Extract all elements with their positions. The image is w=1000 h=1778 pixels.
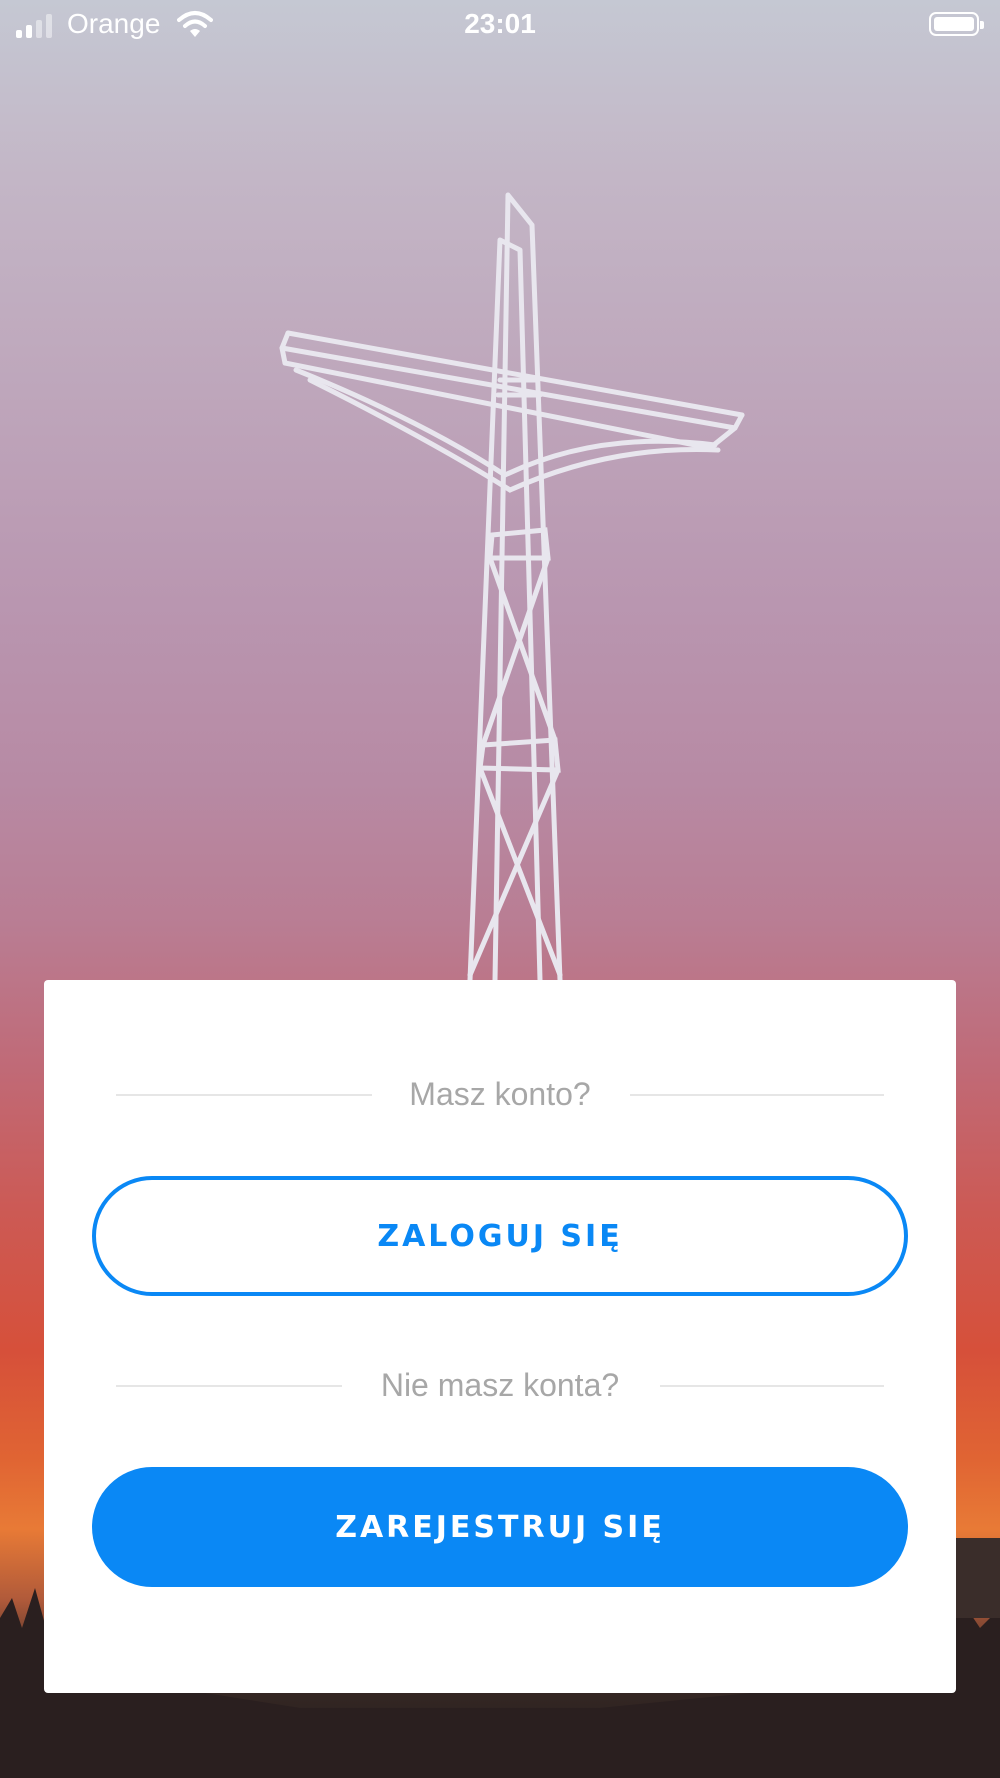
status-bar: Orange 23:01 xyxy=(0,0,1000,50)
have-account-divider: Masz konto? xyxy=(116,1074,884,1114)
no-account-text: Nie masz konta? xyxy=(380,1367,620,1403)
login-button-label: ZALOGUJ SIĘ xyxy=(377,1218,623,1254)
register-button-label: ZAREJESTRUJ SIĘ xyxy=(335,1509,665,1545)
no-account-divider: Nie masz konta? xyxy=(116,1365,884,1405)
have-account-text: Masz konto? xyxy=(409,1076,591,1112)
battery-icon xyxy=(929,12,984,36)
register-button[interactable]: ZAREJESTRUJ SIĘ xyxy=(92,1467,908,1587)
cross-image xyxy=(279,192,745,983)
login-button[interactable]: ZALOGUJ SIĘ xyxy=(92,1176,908,1296)
clock: 23:01 xyxy=(464,8,536,39)
auth-card: Masz konto? ZALOGUJ SIĘ Nie masz konta? … xyxy=(44,980,956,1693)
